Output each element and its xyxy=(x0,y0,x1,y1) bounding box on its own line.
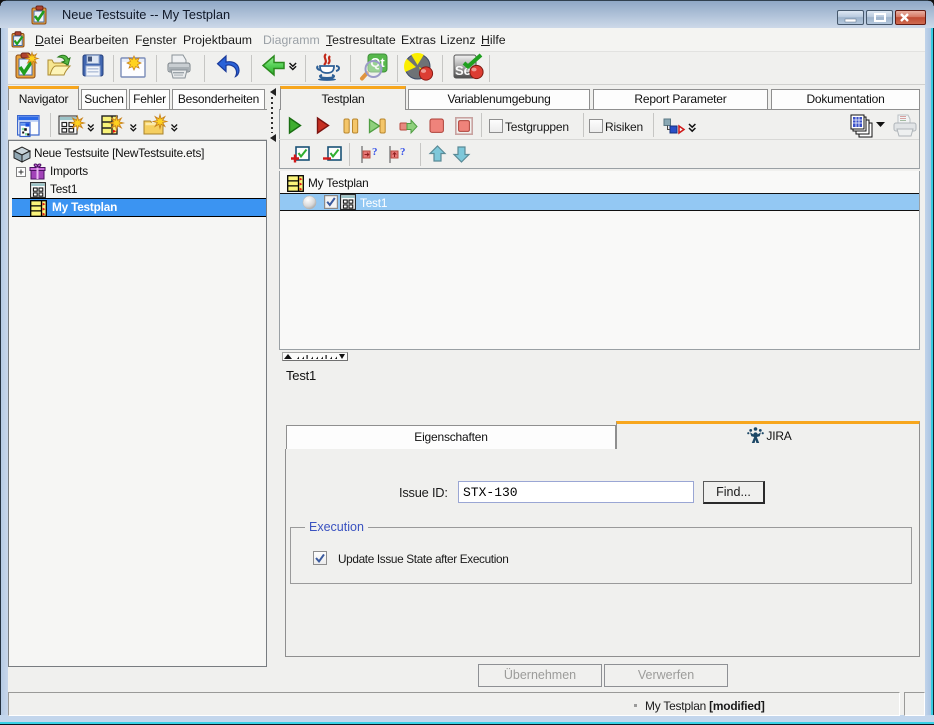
svg-text:?: ? xyxy=(400,146,406,158)
svg-text:?: ? xyxy=(372,146,378,158)
